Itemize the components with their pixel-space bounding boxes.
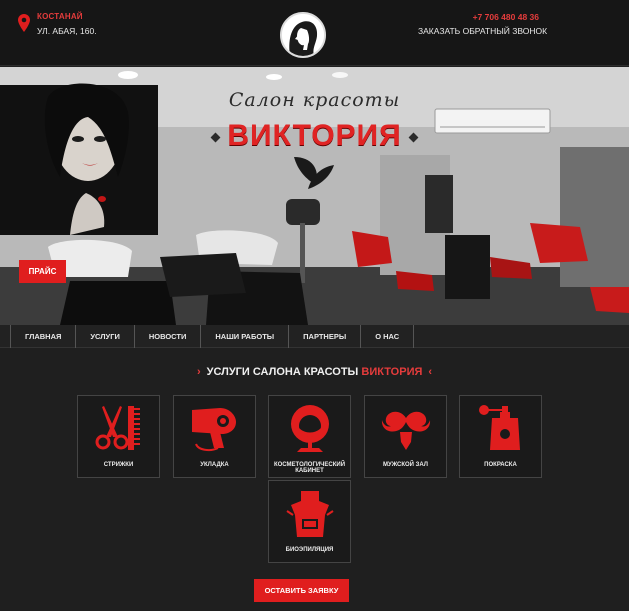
service-tile-epilation[interactable]: БИОЭПИЛЯЦИЯ	[268, 480, 351, 563]
service-tile-cosmetology[interactable]: КОСМЕТОЛОГИЧЕСКИЙ КАБИНЕТ	[268, 395, 351, 478]
service-label: БИОЭПИЛЯЦИЯ	[285, 547, 334, 553]
leave-request-button[interactable]: ОСТАВИТЬ ЗАЯВКУ	[254, 579, 349, 602]
city-name: КОСТАНАЙ	[37, 12, 83, 21]
nav-item-3[interactable]: НАШИ РАБОТЫ	[200, 325, 288, 348]
service-label: ПОКРАСКА	[484, 462, 517, 468]
hero-subtitle: Салон красоты	[228, 89, 401, 111]
service-label: УКЛАДКА	[200, 462, 229, 468]
top-bar: КОСТАНАЙ УЛ. АБАЯ, 160. +7 706 480 48 36…	[0, 0, 629, 66]
nav-item-2[interactable]: НОВОСТИ	[133, 325, 201, 348]
salon-logo[interactable]	[280, 12, 326, 58]
diamond-right-icon	[408, 132, 419, 143]
service-tile-haircuts[interactable]: СТРИЖКИ	[77, 395, 160, 478]
scissors-comb-icon	[95, 406, 140, 450]
nav-item-4[interactable]: ПАРТНЕРЫ	[288, 325, 360, 348]
map-pin-icon	[18, 14, 30, 32]
chevron-right-icon: ›	[196, 366, 201, 378]
service-tile-coloring[interactable]: ПОКРАСКА	[459, 395, 542, 478]
callback-link[interactable]: ЗАКАЗАТЬ ОБРАТНЫЙ ЗВОНОК	[418, 26, 547, 36]
hair-dryer-icon	[192, 408, 236, 452]
main-nav: ГЛАВНАЯ УСЛУГИ НОВОСТИ НАШИ РАБОТЫ ПАРТНЕРЫ О…	[0, 325, 629, 348]
hero-title-text: ВИКТОРИЯ	[227, 119, 402, 152]
services-heading-accent: ВИКТОРИЯ	[361, 366, 423, 378]
beauty-chair-icon	[291, 405, 329, 452]
apron-icon	[286, 491, 334, 537]
service-label: СТРИЖКИ	[103, 462, 134, 468]
services-heading-text: УСЛУГИ САЛОНА КРАСОТЫ	[206, 366, 359, 378]
mustache-icon	[381, 411, 431, 450]
service-tile-mens-hall[interactable]: МУЖСКОЙ ЗАЛ	[364, 395, 447, 478]
phone-number[interactable]: +7 706 480 48 36	[473, 12, 539, 22]
hero-banner: Салон красоты ВИКТОРИЯ ПРАЙС	[0, 67, 629, 325]
services-heading: › УСЛУГИ САЛОНА КРАСОТЫ ВИКТОРИЯ ‹	[0, 366, 629, 378]
price-button[interactable]: ПРАЙС	[19, 260, 66, 283]
chevron-left-icon: ‹	[428, 366, 433, 378]
woman-profile-icon	[282, 14, 324, 56]
nav-item-1[interactable]: УСЛУГИ	[75, 325, 133, 348]
service-tile-styling[interactable]: УКЛАДКА	[173, 395, 256, 478]
service-label: МУЖСКОЙ ЗАЛ	[382, 462, 429, 468]
spray-bottle-icon	[479, 405, 520, 450]
service-label: КОСМЕТОЛОГИЧЕСКИЙ КАБИНЕТ	[273, 462, 346, 474]
leaf-emblem-icon	[294, 157, 334, 189]
nav-item-5[interactable]: О НАС	[360, 325, 415, 348]
nav-item-0[interactable]: ГЛАВНАЯ	[10, 325, 75, 348]
street-address: УЛ. АБАЯ, 160.	[37, 26, 97, 36]
hero-title: ВИКТОРИЯ	[0, 119, 629, 153]
diamond-left-icon	[210, 132, 221, 143]
